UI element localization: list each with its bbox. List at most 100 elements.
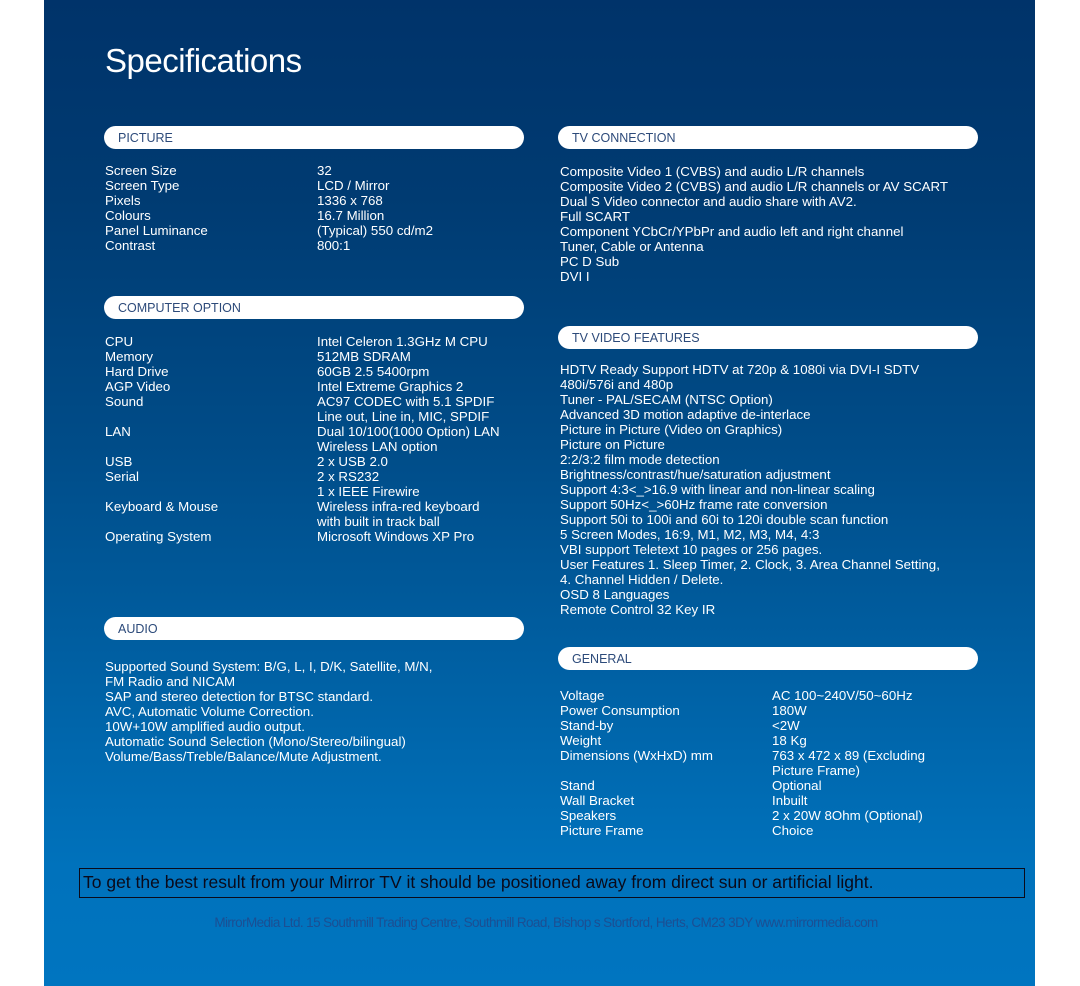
spec-row: Keyboard & Mouse Wireless infra-red keybo… xyxy=(105,499,500,529)
spec-value-line: Intel Celeron 1.3GHz M CPU xyxy=(317,334,488,349)
spec-row: CPU Intel Celeron 1.3GHz M CPU xyxy=(105,334,500,349)
spec-label: Serial xyxy=(105,469,139,484)
spec-label: Pixels xyxy=(105,193,141,208)
feature-line: Tuner, Cable or Antenna xyxy=(560,239,704,254)
spec-row: Dimensions (WxHxD) mm 763 x 472 x 89 (Exc… xyxy=(560,748,925,778)
spec-value: Wireless infra-red keyboard with built in… xyxy=(317,499,480,529)
spec-value: Optional xyxy=(772,778,822,793)
spec-value: Intel Celeron 1.3GHz M CPU xyxy=(317,334,488,349)
spec-value: 2 x RS232 1 x IEEE Firewire xyxy=(317,469,420,499)
feature-line: Full SCART xyxy=(560,209,630,224)
section-header-computer-option: COMPUTER OPTION xyxy=(104,296,524,319)
section-header-tv-connection: TV CONNECTION xyxy=(558,126,978,149)
spec-value-line: Line out, Line in, MIC, SPDIF xyxy=(317,409,490,424)
company-footer: MirrorMedia Ltd. 15 Southmill Trading Ce… xyxy=(214,915,878,930)
spec-value: 18 Kg xyxy=(772,733,807,748)
feature-line: VBI support Teletext 10 pages or 256 pag… xyxy=(560,542,823,557)
spec-label: Screen Type xyxy=(105,178,180,193)
spec-value: LCD / Mirror xyxy=(317,178,389,193)
feature-line: 5 Screen Modes, 16:9, M1, M2, M3, M4, 4:… xyxy=(560,527,820,542)
spec-value-line: Wireless infra-red keyboard xyxy=(317,499,480,514)
spec-row: Weight 18 Kg xyxy=(560,733,925,748)
section-header-audio: AUDIO xyxy=(104,617,524,640)
spec-value-line: Choice xyxy=(772,823,814,838)
spec-value-line: AC97 CODEC with 5.1 SPDIF xyxy=(317,394,495,409)
tv-connection-list: Composite Video 1 (CVBS) and audio L/R c… xyxy=(560,164,948,284)
spec-value: 1336 x 768 xyxy=(317,193,383,208)
spec-value-line: Wireless LAN option xyxy=(317,439,438,454)
spec-value: 180W xyxy=(772,703,807,718)
spec-row: LAN Dual 10/100(1000 Option) LAN Wireless … xyxy=(105,424,500,454)
spec-value: 16.7 Million xyxy=(317,208,384,223)
spec-label: Dimensions (WxHxD) mm xyxy=(560,748,713,763)
spec-label: Screen Size xyxy=(105,163,177,178)
spec-label: Memory xyxy=(105,349,154,364)
spec-value: <2W xyxy=(772,718,800,733)
spec-row: Screen Size 32 xyxy=(105,163,433,178)
spec-label: USB xyxy=(105,454,133,469)
spec-label: Hard Drive xyxy=(105,364,169,379)
feature-line: AVC, Automatic Volume Correction. xyxy=(105,704,314,719)
feature-line: Tuner - PAL/SECAM (NTSC Option) xyxy=(560,392,773,407)
section-header-general: GENERAL xyxy=(558,647,978,670)
spec-value-line: 800:1 xyxy=(317,238,351,253)
spec-row: Contrast 800:1 xyxy=(105,238,433,253)
spec-value: Microsoft Windows XP Pro xyxy=(317,529,474,544)
feature-line: 4. Channel Hidden / Delete. xyxy=(560,572,724,587)
spec-label: Weight xyxy=(560,733,602,748)
spec-value-line: Dual 10/100(1000 Option) LAN xyxy=(317,424,500,439)
spec-row: Memory 512MB SDRAM xyxy=(105,349,500,364)
spec-value-line: (Typical) 550 cd/m2 xyxy=(317,223,434,238)
spec-label: Stand xyxy=(560,778,595,793)
spec-row: Power Consumption 180W xyxy=(560,703,925,718)
spec-value-line: 32 xyxy=(317,163,332,178)
spec-row: AGP Video Intel Extreme Graphics 2 xyxy=(105,379,500,394)
spec-value-line: 512MB SDRAM xyxy=(317,349,411,364)
feature-line: Dual S Video connector and audio share w… xyxy=(560,194,857,209)
spec-row: Voltage AC 100~240V/50~60Hz xyxy=(560,688,925,703)
feature-line: Remote Control 32 Key IR xyxy=(560,602,716,617)
feature-line: Component YCbCr/YPbPr and audio left and… xyxy=(560,224,904,239)
spec-value-line: Inbuilt xyxy=(772,793,808,808)
page-title: Specifications xyxy=(105,42,302,79)
feature-line: DVI I xyxy=(560,269,590,284)
spec-value: 2 x USB 2.0 xyxy=(317,454,388,469)
spec-value-line: Picture Frame) xyxy=(772,763,860,778)
spec-row: Pixels 1336 x 768 xyxy=(105,193,433,208)
feature-line: Support 4:3<_>16.9 with linear and non-l… xyxy=(560,482,875,497)
spec-label: Wall Bracket xyxy=(560,793,635,808)
feature-line: Picture in Picture (Video on Graphics) xyxy=(560,422,783,437)
spec-value: 763 x 472 x 89 (Excluding Picture Frame) xyxy=(772,748,925,778)
spec-value-line: <2W xyxy=(772,718,800,733)
spec-value: AC 100~240V/50~60Hz xyxy=(772,688,912,703)
spec-row: Picture Frame Choice xyxy=(560,823,925,838)
spec-value: 32 xyxy=(317,163,332,178)
spec-label: Speakers xyxy=(560,808,617,823)
spec-value-line: 2 x USB 2.0 xyxy=(317,454,388,469)
spec-label: Keyboard & Mouse xyxy=(105,499,219,514)
feature-line: Composite Video 2 (CVBS) and audio L/R c… xyxy=(560,179,949,194)
spec-value-line: with built in track ball xyxy=(317,514,440,529)
spec-value: Choice xyxy=(772,823,813,838)
spec-row: Screen Type LCD / Mirror xyxy=(105,178,433,193)
spec-row: Serial 2 x RS232 1 x IEEE Firewire xyxy=(105,469,500,499)
spec-value: AC97 CODEC with 5.1 SPDIF Line out, Line … xyxy=(317,394,494,424)
spec-row: Sound AC97 CODEC with 5.1 SPDIF Line out, … xyxy=(105,394,500,424)
tv-video-features-list: HDTV Ready Support HDTV at 720p & 1080i … xyxy=(560,362,940,617)
feature-line: Support 50Hz<_>60Hz frame rate conversio… xyxy=(560,497,828,512)
spec-label: AGP Video xyxy=(105,379,171,394)
spec-row: Hard Drive 60GB 2.5 5400rpm xyxy=(105,364,500,379)
spec-value-line: 2 x 20W 8Ohm (Optional) xyxy=(772,808,923,823)
feature-line: FM Radio and NICAM xyxy=(105,674,236,689)
spec-label: Voltage xyxy=(560,688,605,703)
feature-line: Brightness/contrast/hue/saturation adjus… xyxy=(560,467,831,482)
feature-line: Volume/Bass/Treble/Balance/Mute Adjustme… xyxy=(105,749,382,764)
spec-value-line: 763 x 472 x 89 (Excluding xyxy=(772,748,926,763)
spec-value-line: LCD / Mirror xyxy=(317,178,390,193)
feature-line: Picture on Picture xyxy=(560,437,665,452)
spec-row: Speakers 2 x 20W 8Ohm (Optional) xyxy=(560,808,925,823)
spec-label: Contrast xyxy=(105,238,156,253)
feature-line: 480i/576i and 480p xyxy=(560,377,674,392)
spec-value-line: 2 x RS232 xyxy=(317,469,380,484)
spec-row: Panel Luminance (Typical) 550 cd/m2 xyxy=(105,223,433,238)
